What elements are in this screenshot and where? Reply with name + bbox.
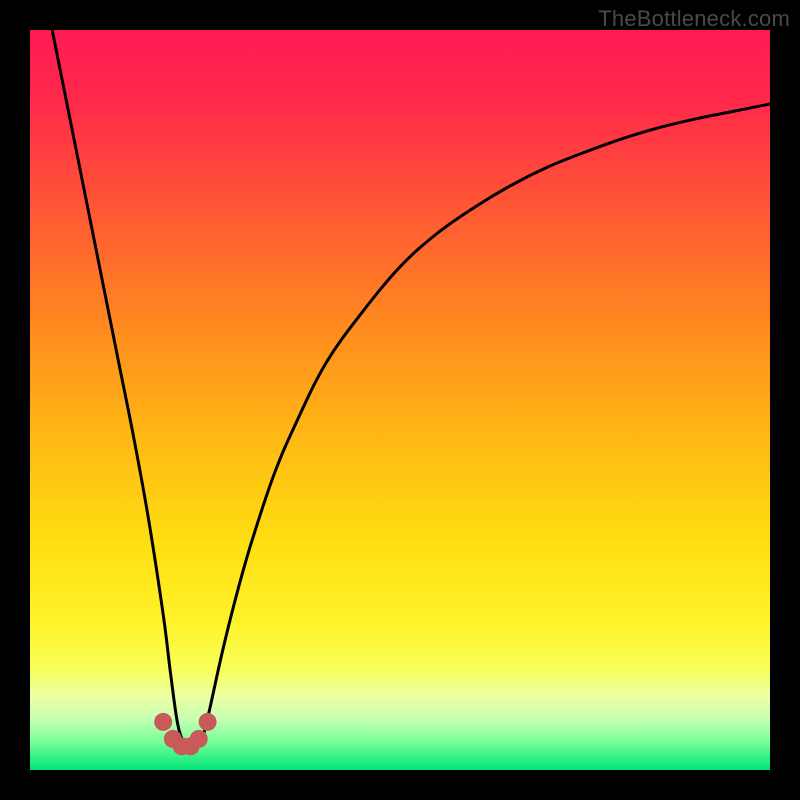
trough-marker [199, 713, 217, 731]
trough-marker [154, 713, 172, 731]
bottleneck-curve [52, 30, 770, 748]
trough-marker [190, 730, 208, 748]
attribution-label: TheBottleneck.com [598, 6, 790, 32]
chart-svg [30, 30, 770, 770]
chart-frame: TheBottleneck.com [0, 0, 800, 800]
plot-area [30, 30, 770, 770]
